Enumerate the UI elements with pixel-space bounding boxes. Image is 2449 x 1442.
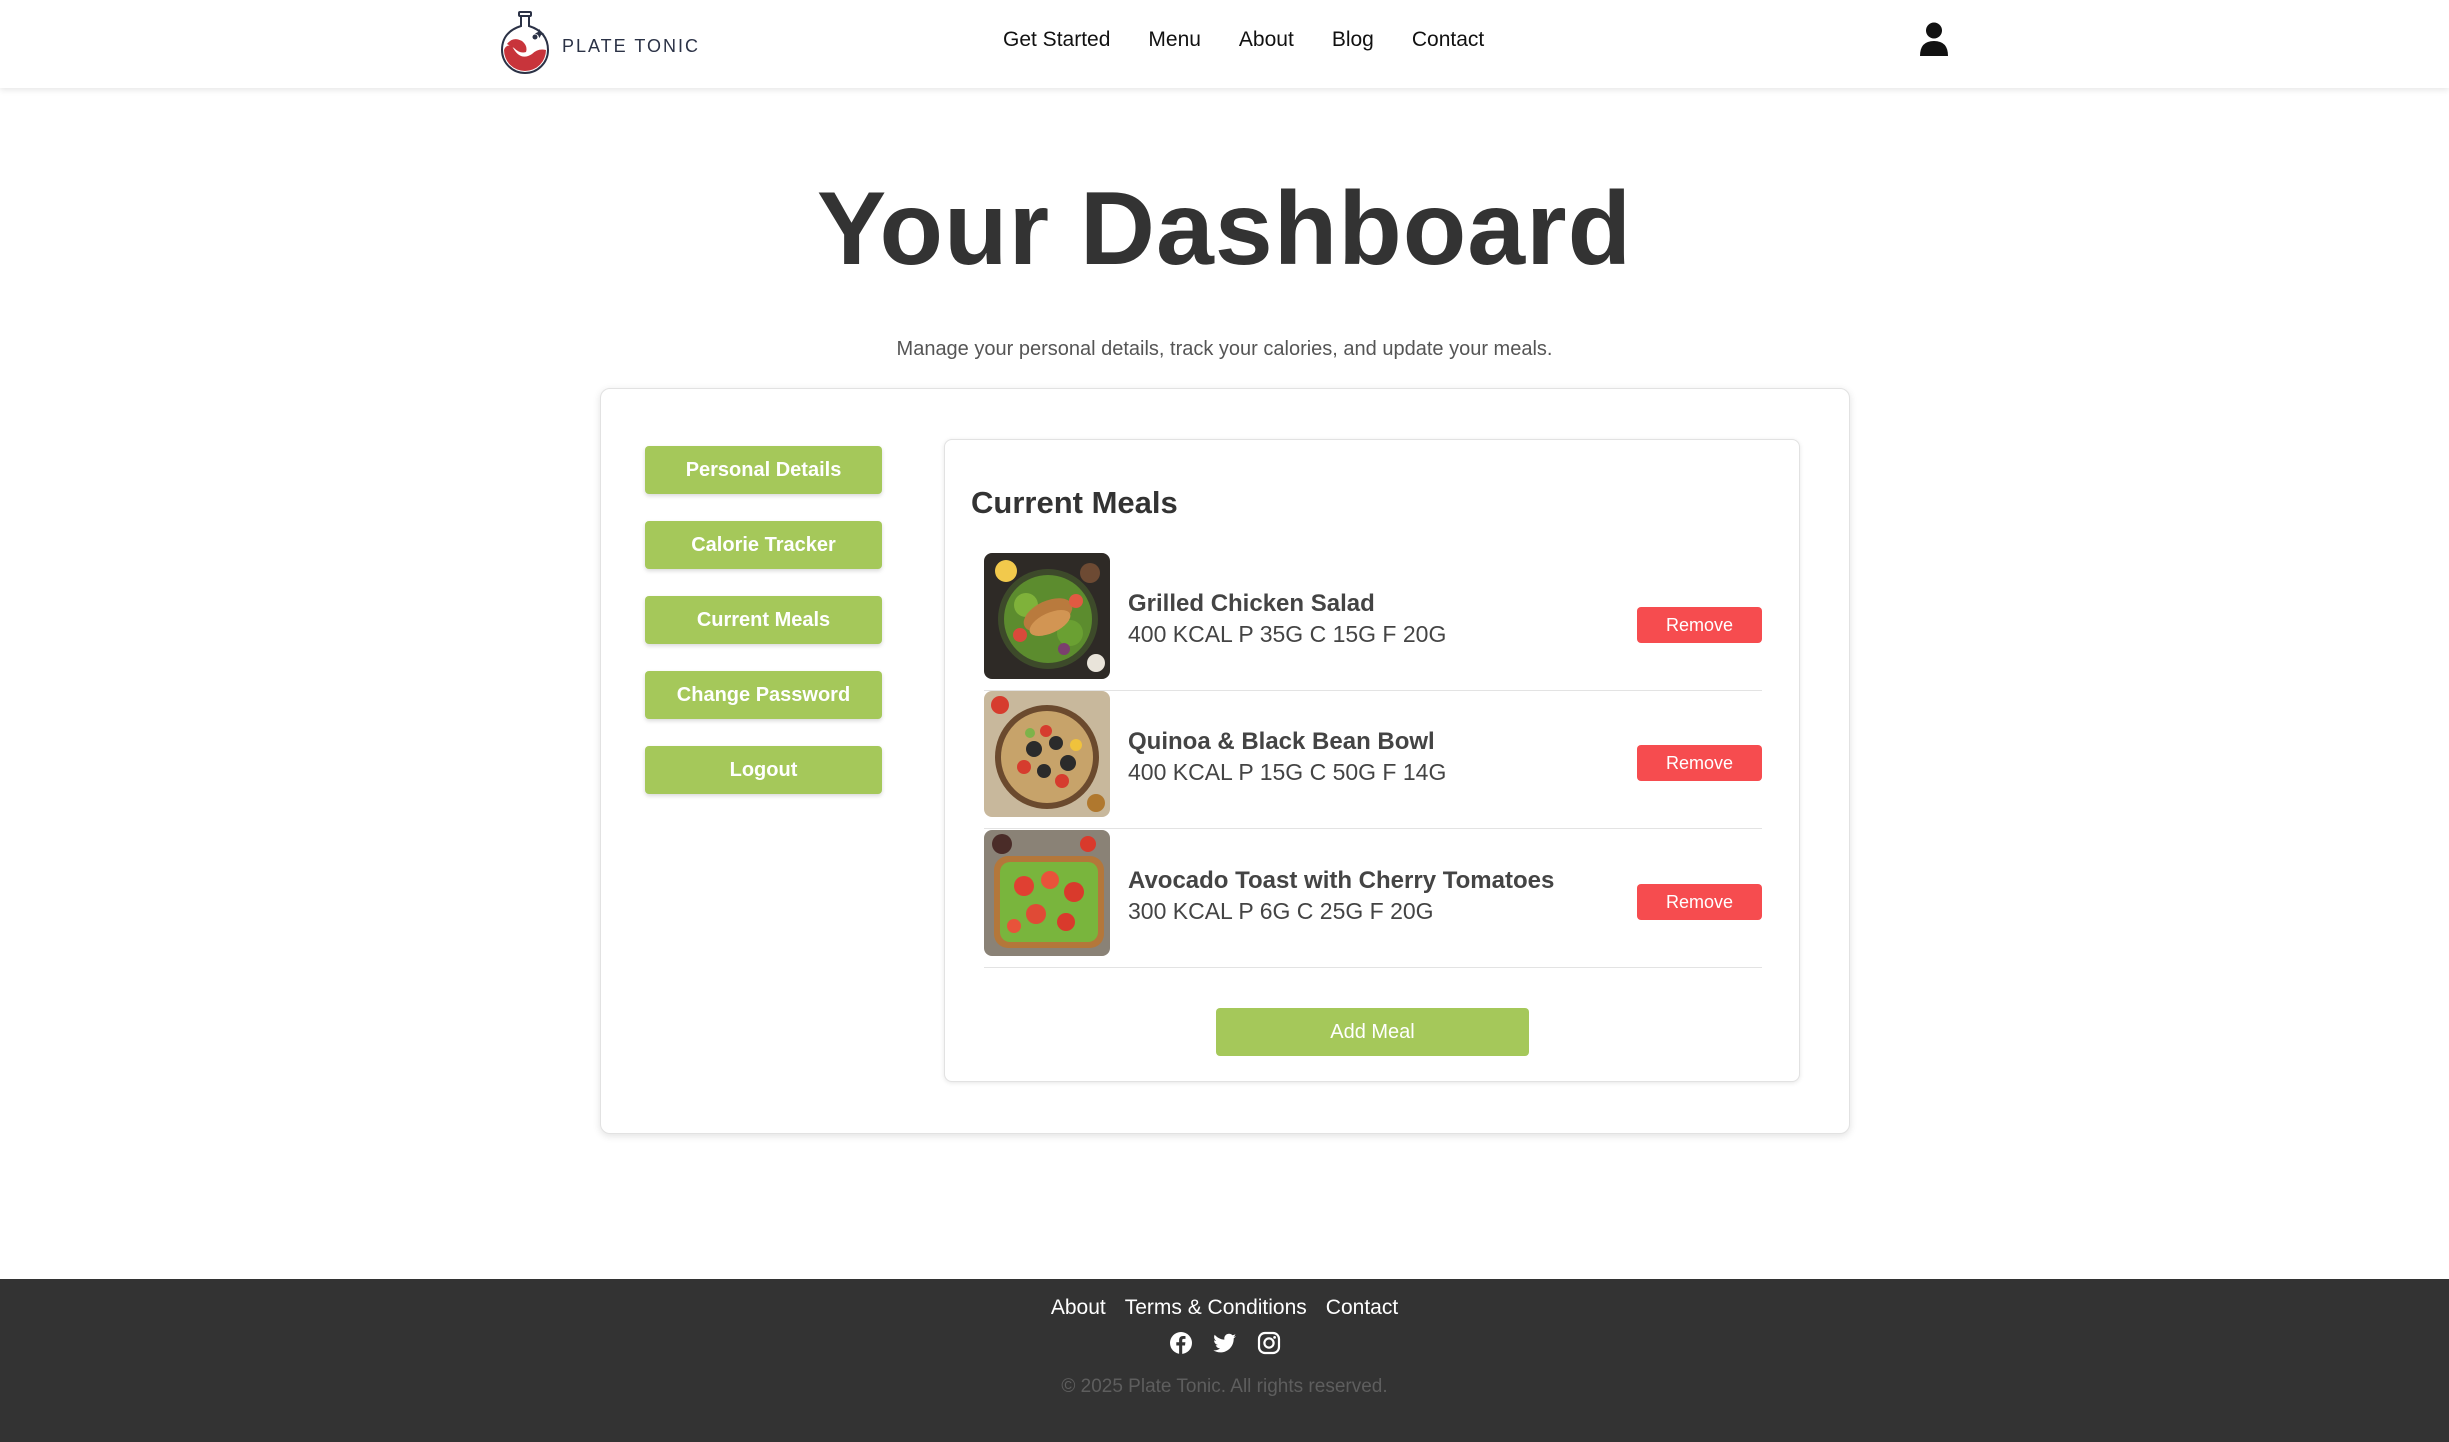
toast-photo — [984, 830, 1110, 956]
nav-blog[interactable]: Blog — [1332, 28, 1374, 52]
remove-meal-button[interactable]: Remove — [1637, 884, 1762, 920]
meal-nutrition: 400 KCAL P 15G C 50G F 14G — [1128, 759, 1447, 785]
instagram-icon[interactable] — [1257, 1331, 1281, 1355]
nav-contact[interactable]: Contact — [1412, 28, 1484, 52]
page-subtitle: Manage your personal details, track your… — [896, 338, 1553, 360]
flask-logo-icon — [500, 11, 550, 74]
nav-menu[interactable]: Menu — [1148, 28, 1201, 52]
dashboard-card: Personal Details Calorie Tracker Current… — [600, 388, 1850, 1134]
sidebar-item-change-password[interactable]: Change Password — [645, 671, 882, 719]
meal-item: Quinoa & Black Bean Bowl 400 KCAL P 15G … — [984, 691, 1762, 829]
sidebar-item-logout[interactable]: Logout — [645, 746, 882, 794]
page-title: Your Dashboard — [816, 171, 1633, 287]
nav-about[interactable]: About — [1239, 28, 1294, 52]
meal-name: Quinoa & Black Bean Bowl — [1128, 728, 1435, 755]
meal-name: Grilled Chicken Salad — [1128, 590, 1375, 617]
twitter-icon[interactable] — [1212, 1331, 1237, 1355]
sidebar-item-personal-details[interactable]: Personal Details — [645, 446, 882, 494]
footer-links: About Terms & Conditions Contact — [0, 1296, 2449, 1320]
sidebar-item-calorie-tracker[interactable]: Calorie Tracker — [645, 521, 882, 569]
meal-nutrition: 400 KCAL P 35G C 15G F 20G — [1128, 621, 1447, 647]
panel-title: Current Meals — [971, 485, 1178, 520]
footer-link-about[interactable]: About — [1051, 1296, 1106, 1320]
nav-get-started[interactable]: Get Started — [1003, 28, 1110, 52]
current-meals-panel: Current Meals Grilled Chicken Salad 400 … — [944, 439, 1800, 1082]
site-header: PLATE TONIC Get Started Menu About Blog … — [0, 0, 2449, 88]
remove-meal-button[interactable]: Remove — [1637, 745, 1762, 781]
add-meal-button[interactable]: Add Meal — [1216, 1008, 1529, 1056]
sidebar-item-current-meals[interactable]: Current Meals — [645, 596, 882, 644]
bowl-photo — [984, 691, 1110, 817]
meal-name: Avocado Toast with Cherry Tomatoes — [1128, 867, 1555, 894]
footer-link-contact[interactable]: Contact — [1326, 1296, 1398, 1320]
footer-link-terms[interactable]: Terms & Conditions — [1125, 1296, 1307, 1320]
copyright-text: © 2025 Plate Tonic. All rights reserved. — [1061, 1376, 1388, 1397]
meal-item: Grilled Chicken Salad 400 KCAL P 35G C 1… — [984, 553, 1762, 691]
meal-item: Avocado Toast with Cherry Tomatoes 300 K… — [984, 830, 1762, 968]
facebook-icon[interactable] — [1169, 1331, 1193, 1355]
social-links — [0, 1331, 2449, 1355]
meal-nutrition: 300 KCAL P 6G C 25G F 20G — [1128, 898, 1434, 924]
user-account-icon[interactable] — [1919, 22, 1949, 56]
main-nav: Get Started Menu About Blog Contact — [1003, 28, 1484, 52]
site-footer: About Terms & Conditions Contact © 2025 … — [0, 1279, 2449, 1442]
brand-logo[interactable]: PLATE TONIC — [498, 8, 700, 74]
salad-photo — [984, 553, 1110, 679]
brand-name: PLATE TONIC — [562, 35, 701, 56]
remove-meal-button[interactable]: Remove — [1637, 607, 1762, 643]
